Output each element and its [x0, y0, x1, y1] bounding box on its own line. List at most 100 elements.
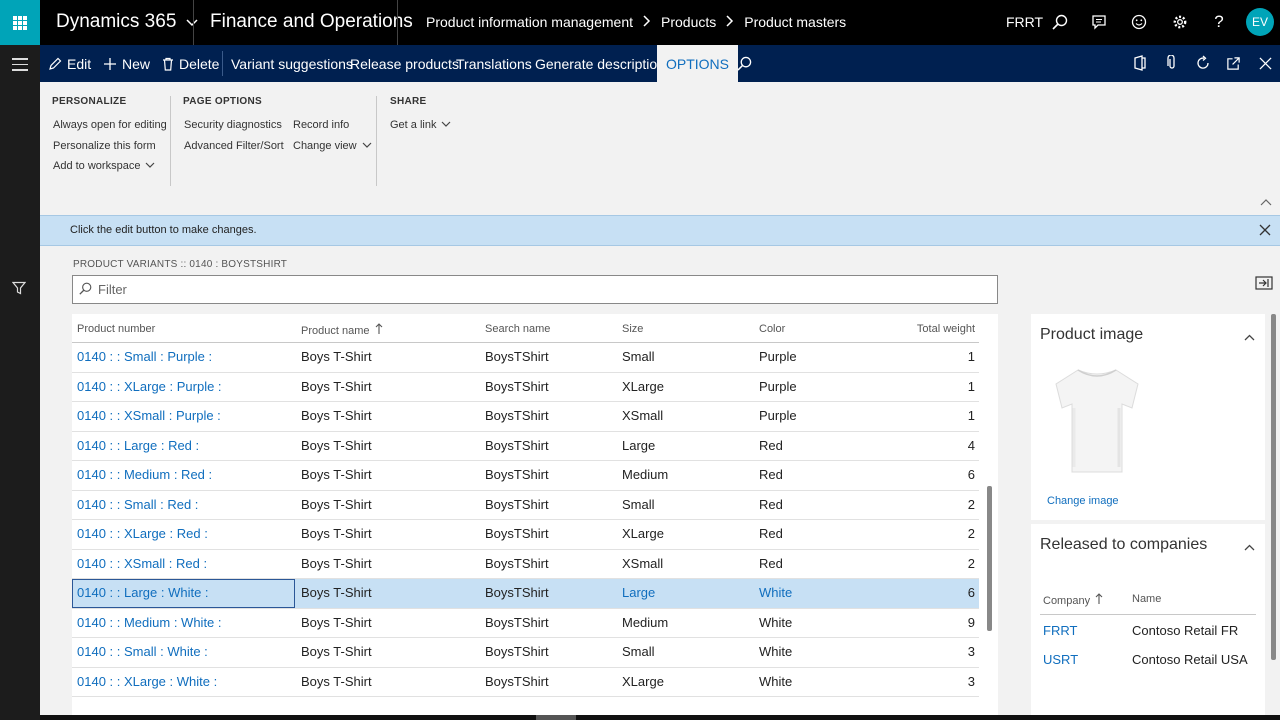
table-row[interactable]: 0140 : : Medium : Red : Boys T-Shirt BoysT… [72, 461, 979, 491]
personalize-this-form-button[interactable]: Personalize this form [53, 140, 156, 152]
product-name-cell: Boys T-Shirt [301, 614, 372, 630]
gear-icon[interactable] [1170, 12, 1190, 32]
column-header-size[interactable]: Size [622, 323, 643, 335]
column-header-color[interactable]: Color [759, 323, 785, 335]
product-number-cell[interactable]: 0140 : : Small : White : [77, 644, 208, 659]
close-icon[interactable] [1259, 224, 1271, 239]
company-link[interactable]: USRT [1043, 652, 1078, 667]
action-search-icon[interactable] [737, 45, 752, 82]
open-new-window-icon[interactable] [1224, 54, 1242, 72]
filter-input[interactable] [98, 282, 978, 297]
search-name-cell: BoysTShirt [485, 614, 549, 630]
edit-button[interactable]: Edit [48, 45, 91, 82]
table-row[interactable]: 0140 : : XLarge : Purple : Boys T-Shirt Bo… [72, 373, 979, 402]
table-row[interactable]: 0140 : : Medium : White : Boys T-Shirt Boy… [72, 609, 979, 638]
product-number-cell[interactable]: 0140 : : Medium : Red : [77, 467, 212, 482]
table-row[interactable]: 0140 : : XLarge : White : Boys T-Shirt Boy… [72, 668, 979, 697]
table-row[interactable]: 0140 : : XSmall : Red : Boys T-Shirt BoysT… [72, 550, 979, 579]
refresh-icon[interactable] [1194, 54, 1212, 72]
company-name: Contoso Retail FR [1132, 623, 1239, 638]
table-row[interactable]: 0140 : : Small : Red : Boys T-Shirt BoysTS… [72, 491, 979, 520]
divider [170, 96, 171, 186]
table-row[interactable]: 0140 : : XLarge : Red : Boys T-Shirt BoysT… [72, 520, 979, 550]
delete-button[interactable]: Delete [162, 45, 219, 82]
total-weight-cell: 9 [967, 614, 975, 630]
record-info-button[interactable]: Record info [293, 119, 349, 131]
table-row[interactable]: 0140 : : XSmall : Purple : Boys T-Shirt Bo… [72, 402, 979, 432]
grid-scrollbar[interactable] [987, 486, 992, 631]
search-name-cell: BoysTShirt [485, 349, 549, 364]
breadcrumb-item-products[interactable]: Products [661, 14, 716, 30]
search-icon[interactable] [1050, 12, 1070, 32]
table-row[interactable]: 0140 : : Large : Red : Boys T-Shirt BoysTS… [72, 432, 979, 461]
change-image-link[interactable]: Change image [1047, 495, 1119, 507]
product-number-cell[interactable]: 0140 : : Large : Red : [77, 438, 199, 453]
translations-button[interactable]: Translations [456, 45, 532, 82]
column-header-product-name[interactable]: Product name [301, 323, 383, 338]
factbox-scrollbar[interactable] [1271, 314, 1276, 660]
attachment-icon[interactable] [1163, 54, 1181, 72]
tab-options[interactable]: OPTIONS [657, 45, 739, 82]
bottom-scrollbar[interactable] [40, 715, 1280, 720]
color-cell: Red [759, 526, 783, 541]
pin-factbox-icon[interactable] [1255, 276, 1273, 293]
table-row[interactable]: 0140 : : Large : White : Boys T-Shirt Boys… [72, 579, 979, 609]
action-pane: Edit New Delete Variant suggestions Rele… [40, 45, 1280, 82]
always-open-for-editing-button[interactable]: Always open for editing [53, 119, 167, 131]
security-diagnostics-button[interactable]: Security diagnostics [184, 119, 282, 131]
column-header-product-number[interactable]: Product number [77, 323, 155, 335]
brand-menu[interactable]: Dynamics 365 [56, 11, 198, 33]
advanced-filter-sort-button[interactable]: Advanced Filter/Sort [184, 140, 284, 152]
collapse-ribbon-icon[interactable] [1260, 194, 1272, 209]
product-number-cell[interactable]: 0140 : : XLarge : Purple : [77, 379, 222, 394]
office-icon[interactable] [1131, 54, 1149, 72]
hamburger-menu-icon[interactable] [12, 58, 28, 75]
company-link[interactable]: FRRT [1043, 623, 1077, 638]
product-number-cell[interactable]: 0140 : : XLarge : Red : [77, 526, 208, 541]
help-icon[interactable]: ? [1209, 12, 1229, 32]
product-number-cell[interactable]: 0140 : : Small : Red : [77, 497, 198, 512]
product-number-cell[interactable]: 0140 : : XLarge : White : [77, 674, 217, 689]
breadcrumb-item-product-masters[interactable]: Product masters [744, 14, 846, 30]
size-cell: Small [622, 496, 655, 512]
company-picker[interactable]: FRRT [1006, 14, 1043, 30]
total-weight-cell: 2 [967, 526, 975, 541]
total-weight-cell: 2 [967, 555, 975, 571]
avatar[interactable]: EV [1246, 8, 1274, 36]
message-icon[interactable] [1089, 12, 1109, 32]
add-to-workspace-button[interactable]: Add to workspace [53, 160, 155, 172]
column-header-total-weight[interactable]: Total weight [917, 323, 975, 335]
table-row[interactable]: 0140 : : Small : White : Boys T-Shirt Boys… [72, 638, 979, 668]
new-button[interactable]: New [103, 45, 150, 82]
product-number-cell[interactable]: 0140 : : XSmall : Red : [77, 556, 207, 571]
filter-field[interactable] [72, 275, 998, 304]
breadcrumb-item-module[interactable]: Product information management [426, 14, 633, 30]
column-header-company[interactable]: Company [1043, 593, 1103, 608]
product-name-cell: Boys T-Shirt [301, 644, 372, 659]
filter-pane-icon[interactable] [11, 281, 27, 298]
collapse-icon[interactable] [1244, 539, 1255, 554]
product-number-cell[interactable]: 0140 : : Small : Purple : [77, 349, 212, 364]
color-cell: White [759, 673, 793, 689]
search-name-cell: BoysTShirt [485, 378, 549, 394]
generate-descriptions-button[interactable]: Generate descriptions [535, 45, 672, 82]
table-row[interactable]: 0140 : : Small : Purple : Boys T-Shirt Boy… [72, 343, 979, 373]
share-group-title: SHARE [390, 96, 427, 107]
variant-suggestions-button[interactable]: Variant suggestions [231, 45, 353, 82]
get-a-link-button[interactable]: Get a link [390, 119, 451, 131]
release-products-button[interactable]: Release products [350, 45, 459, 82]
product-number-cell[interactable]: 0140 : : Medium : White : [77, 615, 222, 630]
column-header-search-name[interactable]: Search name [485, 323, 550, 335]
change-view-button[interactable]: Change view [293, 140, 372, 152]
product-name-cell: Boys T-Shirt [301, 585, 372, 600]
smiley-icon[interactable] [1129, 12, 1149, 32]
released-title: Released to companies [1040, 536, 1208, 553]
search-name-cell: BoysTShirt [485, 467, 549, 482]
product-number-cell[interactable]: 0140 : : XSmall : Purple : [77, 408, 221, 423]
collapse-icon[interactable] [1244, 329, 1255, 344]
brand-name: Dynamics 365 [56, 11, 177, 32]
app-launcher-button[interactable] [0, 0, 40, 45]
column-header-name[interactable]: Name [1132, 593, 1161, 605]
close-page-icon[interactable] [1256, 54, 1274, 72]
color-cell: Red [759, 496, 783, 512]
